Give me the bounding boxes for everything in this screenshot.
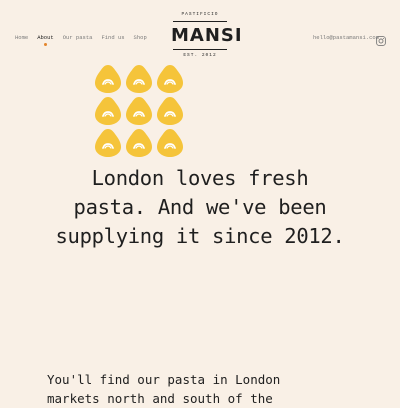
pasta-icon [94, 128, 124, 160]
site-logo[interactable]: PASTIFICIO MANSI EST. 2012 [171, 12, 243, 60]
nav-our-pasta[interactable]: Our pasta [63, 34, 93, 41]
pasta-icon [125, 128, 155, 160]
logo-top-text: PASTIFICIO [181, 12, 219, 17]
pasta-icon [156, 128, 186, 160]
nav-find-us[interactable]: Find us [101, 34, 124, 41]
logo-name: MANSI [171, 25, 243, 46]
headline-line-1: London loves fresh [91, 166, 309, 190]
headline-line-3: supplying it since 2012. [55, 224, 345, 248]
logo-top-rule [173, 21, 227, 22]
nav-about[interactable]: About [37, 34, 54, 46]
active-indicator-dot [43, 43, 47, 46]
logo-bottom-text: EST. 2012 [183, 53, 217, 58]
intro-line-2: markets north and south of the [47, 391, 273, 406]
instagram-icon[interactable] [376, 31, 386, 46]
pasta-icon [156, 64, 186, 96]
contact-email-link[interactable]: hello@pastamansi.com [313, 34, 379, 41]
headline-line-2: pasta. And we've been [73, 195, 327, 219]
pasta-icon [156, 96, 186, 128]
pasta-icon [125, 96, 155, 128]
intro-line-1: You'll find our pasta in London [47, 372, 281, 387]
pasta-icon [94, 64, 124, 96]
main-nav: Home About Our pasta Find us Shop [15, 34, 147, 46]
logo-bottom-rule [173, 49, 227, 50]
page-headline: London loves fresh pasta. And we've been… [0, 164, 400, 251]
pasta-icon [94, 96, 124, 128]
intro-paragraph: You'll find our pasta in London markets … [47, 370, 367, 408]
pasta-icon [125, 64, 155, 96]
pasta-icon-grid [94, 64, 186, 160]
nav-shop[interactable]: Shop [134, 34, 147, 41]
nav-about-label: About [37, 34, 54, 41]
nav-home[interactable]: Home [15, 34, 28, 41]
